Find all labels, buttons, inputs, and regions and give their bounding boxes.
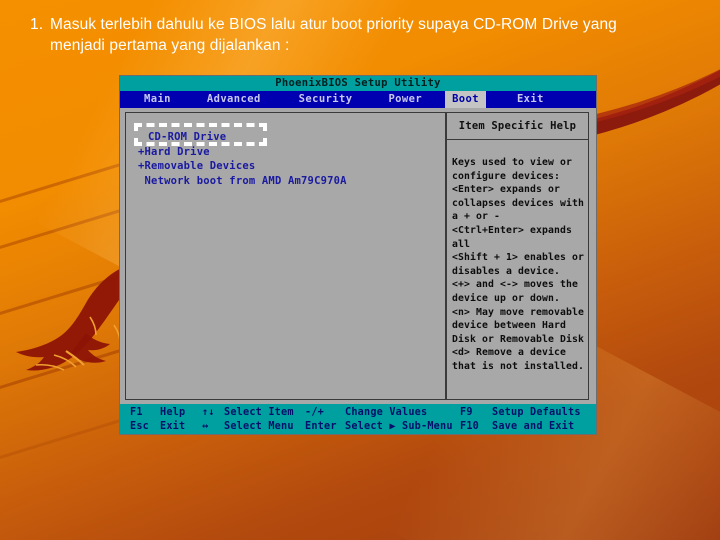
slide-canvas: 1. Masuk terlebih dahulu ke BIOS lalu atu… <box>0 0 720 540</box>
boot-order-list: CD-ROM Drive +Hard Drive +Removable Devi… <box>138 130 441 188</box>
item-specific-help-pane: Item Specific Help Keys used to view or … <box>446 112 589 400</box>
menu-tab-exit[interactable]: Exit <box>510 91 551 108</box>
menu-tab-main[interactable]: Main <box>137 91 178 108</box>
bios-menu-bar: Main Advanced Security Power Boot Exit <box>120 91 596 108</box>
help-panel-text: Keys used to view or configure devices: … <box>452 157 584 372</box>
boot-list-item[interactable]: +Hard Drive <box>138 145 441 160</box>
fkey-f1[interactable]: F1 <box>130 405 143 420</box>
fkey-esc-action: Exit <box>160 421 186 432</box>
bios-title-bar: PhoenixBIOS Setup Utility <box>120 76 596 91</box>
fkey-enter[interactable]: Enter <box>305 419 337 434</box>
menu-tab-advanced[interactable]: Advanced <box>200 91 268 108</box>
bios-setup-window: PhoenixBIOS Setup Utility Main Advanced … <box>120 76 596 434</box>
menu-tab-power[interactable]: Power <box>381 91 429 108</box>
menu-tab-boot[interactable]: Boot <box>445 91 486 108</box>
fkey-esc[interactable]: Esc <box>130 419 149 434</box>
fkey-minusplus[interactable]: -/+ <box>305 405 324 420</box>
fkey-f10-action: Save and Exit <box>492 421 575 432</box>
boot-order-pane: CD-ROM Drive +Hard Drive +Removable Devi… <box>125 112 446 400</box>
fkey-f9-action: Setup Defaults <box>492 407 581 418</box>
runner-silhouette-graphic <box>16 265 135 371</box>
fkey-f1-action: Help <box>160 407 186 418</box>
fkey-leftright-icon: ↔ <box>202 421 209 432</box>
heading-number: 1. <box>30 16 44 33</box>
fkey-updown-action: Select Item <box>224 407 294 418</box>
boot-list-item[interactable]: +Removable Devices <box>138 159 441 174</box>
slide-heading: 1. Masuk terlebih dahulu ke BIOS lalu atu… <box>30 14 650 56</box>
bios-function-key-bar: F1 Help ↑↓ Select Item -/+ Change Values… <box>120 404 596 434</box>
help-panel-title: Item Specific Help <box>447 113 588 140</box>
fkey-f9[interactable]: F9 <box>460 405 473 420</box>
fkey-enter-action: Select ▶ Sub-Menu <box>345 421 453 432</box>
fkey-updown-icon: ↑↓ <box>202 407 215 418</box>
boot-list-item[interactable]: CD-ROM Drive <box>138 130 441 145</box>
heading-text: Masuk terlebih dahulu ke BIOS lalu atur … <box>50 16 617 54</box>
fkey-f10[interactable]: F10 <box>460 419 479 434</box>
bios-content-area: CD-ROM Drive +Hard Drive +Removable Devi… <box>120 108 596 404</box>
function-key-row-1: F1 Help ↑↓ Select Item -/+ Change Values… <box>120 405 596 420</box>
menu-tab-security[interactable]: Security <box>292 91 360 108</box>
fkey-minusplus-action: Change Values <box>345 407 428 418</box>
boot-list-item[interactable]: Network boot from AMD Am79C970A <box>138 174 441 189</box>
fkey-leftright-action: Select Menu <box>224 421 294 432</box>
function-key-row-2: Esc Exit ↔ Select Menu Enter Select ▶ Su… <box>120 419 596 434</box>
